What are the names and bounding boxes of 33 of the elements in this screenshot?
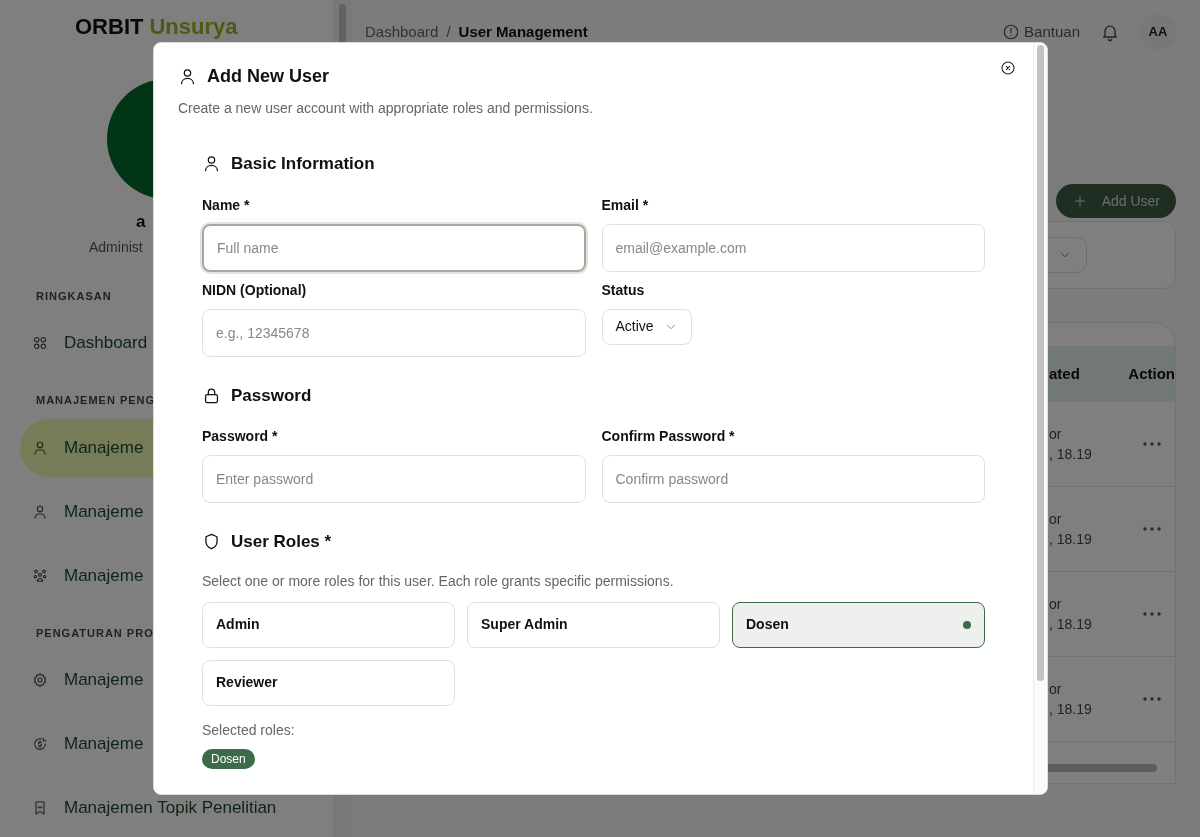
column-header: Action bbox=[1127, 363, 1175, 384]
breadcrumb-current: User Management bbox=[458, 21, 588, 42]
table-cell-text: , 18.19 bbox=[1049, 700, 1093, 719]
field-label: Email * bbox=[601, 195, 650, 215]
section-heading: PENGATURAN PRO bbox=[36, 625, 154, 641]
table-cell-text: , 18.19 bbox=[1049, 530, 1093, 549]
table-cell-text: , 18.19 bbox=[1049, 615, 1093, 634]
section-title: Password bbox=[231, 384, 312, 407]
table-cell-text: or bbox=[1049, 425, 1063, 444]
user-role: Administ bbox=[89, 237, 143, 257]
column-header: ated bbox=[1048, 363, 1081, 384]
field-label: Name * bbox=[202, 195, 251, 215]
user-name: a bbox=[136, 211, 146, 233]
section-title: Basic Information bbox=[231, 153, 375, 175]
roles-hint: Select one or more roles for this user. Each role grants specific permissions. bbox=[202, 571, 675, 591]
breadcrumb-separator: / bbox=[446, 21, 451, 42]
brand-name: Unsurya bbox=[149, 13, 238, 41]
field-label: NIDN (Optional) bbox=[202, 280, 308, 300]
dialog-title: Add New User bbox=[207, 65, 330, 88]
dialog-description: Create a new user account with appropriate roles and permissions. bbox=[178, 99, 594, 118]
table-cell-text: or bbox=[1049, 595, 1063, 614]
selected-roles-label: Selected roles: bbox=[202, 720, 296, 740]
section-title: User Roles * bbox=[231, 531, 332, 553]
brand-name: ORBIT bbox=[75, 13, 144, 41]
section-heading: MANAJEMEN PENG bbox=[36, 393, 156, 408]
table-cell-text: or bbox=[1049, 510, 1063, 529]
field-label: Password * bbox=[202, 427, 279, 446]
field-label: Confirm Password * bbox=[601, 427, 736, 446]
role-tag: Dosen bbox=[202, 748, 255, 769]
table-cell-text: , 18.19 bbox=[1049, 445, 1093, 464]
table-cell-text: or bbox=[1049, 680, 1063, 699]
field-label: Status bbox=[601, 280, 646, 300]
section-heading: RINGKASAN bbox=[36, 288, 112, 304]
